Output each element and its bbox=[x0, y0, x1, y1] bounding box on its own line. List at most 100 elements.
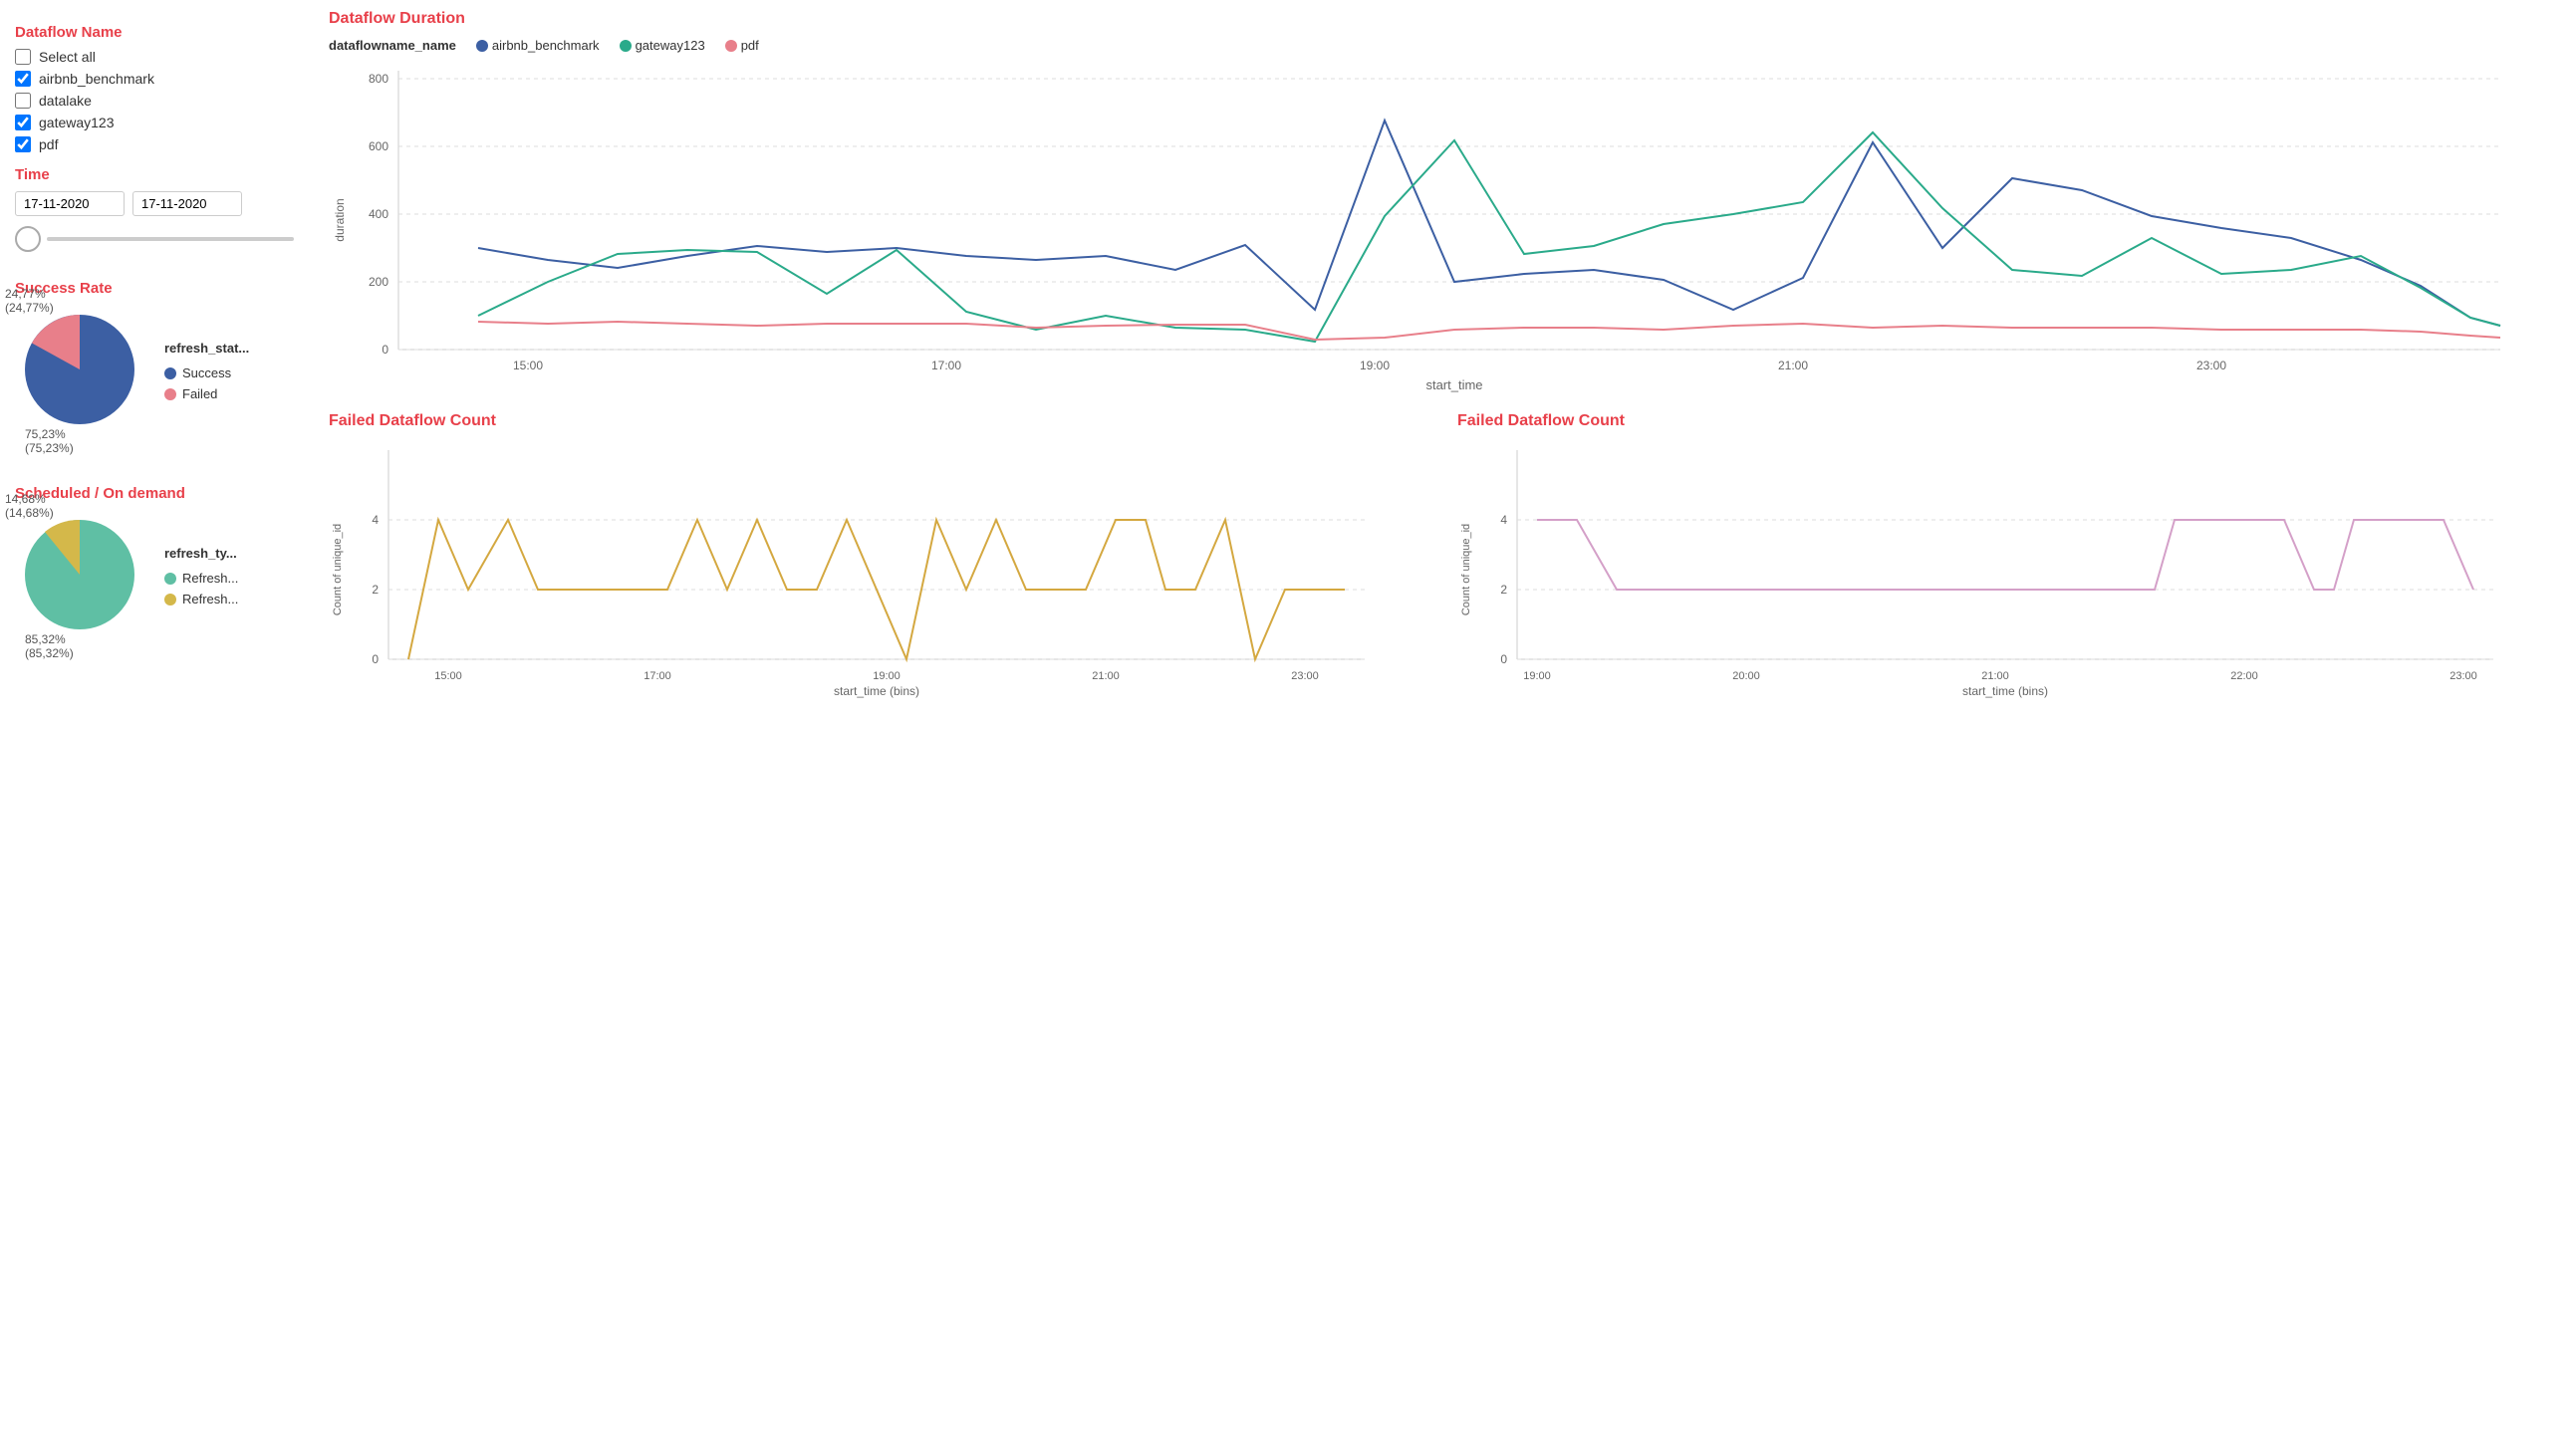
dataflow-section-title: Dataflow Name bbox=[15, 24, 294, 41]
pie2-legend-title: refresh_ty... bbox=[164, 546, 238, 561]
svg-text:400: 400 bbox=[369, 207, 388, 221]
checkbox-airbnb-label: airbnb_benchmark bbox=[39, 71, 154, 87]
svg-text:19:00: 19:00 bbox=[873, 670, 901, 682]
svg-text:15:00: 15:00 bbox=[434, 670, 462, 682]
pie1-dot-failed bbox=[164, 388, 176, 400]
duration-legend-title: dataflowname_name bbox=[329, 38, 456, 53]
legend-gateway: gateway123 bbox=[620, 38, 705, 53]
svg-text:800: 800 bbox=[369, 72, 388, 86]
pie2-pct-small-label: 14,68%(14,68%) bbox=[5, 492, 54, 520]
failed-chart1-section: Failed Dataflow Count 0 2 4 Count of uni… bbox=[329, 412, 1427, 702]
bottom-charts-row: Failed Dataflow Count 0 2 4 Count of uni… bbox=[329, 412, 2556, 702]
checkbox-pdf[interactable]: pdf bbox=[15, 136, 294, 152]
legend-airbnb: airbnb_benchmark bbox=[476, 38, 600, 53]
pie1-legend: refresh_stat... Success Failed bbox=[164, 341, 249, 401]
svg-text:start_time: start_time bbox=[1425, 377, 1482, 392]
failed-chart1-title: Failed Dataflow Count bbox=[329, 412, 1427, 430]
svg-text:21:00: 21:00 bbox=[1092, 670, 1120, 682]
pie1-svg bbox=[15, 305, 144, 434]
pie1-label-success: Success bbox=[182, 365, 231, 380]
duration-chart-svg: 0 200 400 600 800 duration 15:00 17:00 1… bbox=[329, 61, 2520, 399]
pie2-svg bbox=[15, 510, 144, 639]
legend-pdf-label: pdf bbox=[741, 38, 759, 53]
checkbox-datalake-input[interactable] bbox=[15, 93, 31, 109]
checkbox-airbnb-input[interactable] bbox=[15, 71, 31, 87]
svg-text:21:00: 21:00 bbox=[1778, 359, 1808, 372]
svg-text:0: 0 bbox=[372, 652, 379, 666]
duration-legend: dataflowname_name airbnb_benchmark gatew… bbox=[329, 38, 2556, 53]
checkbox-pdf-label: pdf bbox=[39, 136, 58, 152]
pie1-dot-success bbox=[164, 367, 176, 379]
checkbox-gateway[interactable]: gateway123 bbox=[15, 115, 294, 130]
pie2-dot-yellow bbox=[164, 594, 176, 606]
failed-chart2-title: Failed Dataflow Count bbox=[1457, 412, 2556, 430]
legend-gateway-label: gateway123 bbox=[636, 38, 705, 53]
svg-text:17:00: 17:00 bbox=[931, 359, 961, 372]
pie2-pct-large-label: 85,32%(85,32%) bbox=[25, 632, 74, 660]
pie2-label-teal: Refresh... bbox=[182, 571, 238, 586]
pie1-label-failed: Failed bbox=[182, 386, 217, 401]
svg-text:4: 4 bbox=[1500, 513, 1507, 527]
checkbox-datalake[interactable]: datalake bbox=[15, 93, 294, 109]
time-section-title: Time bbox=[15, 166, 294, 183]
legend-pdf: pdf bbox=[725, 38, 759, 53]
date-start-input[interactable] bbox=[15, 191, 125, 216]
date-end-input[interactable] bbox=[132, 191, 242, 216]
svg-text:200: 200 bbox=[369, 275, 388, 289]
success-rate-pie-section: 24,77%(24,77%) 75,23%(75,23%) refresh_st… bbox=[15, 305, 294, 437]
svg-text:2: 2 bbox=[1500, 583, 1507, 597]
legend-airbnb-label: airbnb_benchmark bbox=[492, 38, 600, 53]
scheduled-title: Scheduled / On demand bbox=[15, 485, 294, 502]
failed-chart2-svg: 0 2 4 Count of unique_id 19:00 20:00 21:… bbox=[1457, 440, 2503, 699]
duration-chart-section: Dataflow Duration dataflowname_name airb… bbox=[329, 10, 2556, 402]
legend-airbnb-dot bbox=[476, 40, 488, 52]
slider-track bbox=[47, 237, 294, 241]
failed-chart1-svg: 0 2 4 Count of unique_id 15:00 17:00 19:… bbox=[329, 440, 1375, 699]
pie2-legend: refresh_ty... Refresh... Refresh... bbox=[164, 546, 238, 606]
failed-chart2-section: Failed Dataflow Count 0 2 4 Count of uni… bbox=[1457, 412, 2556, 702]
svg-text:23:00: 23:00 bbox=[2196, 359, 2226, 372]
svg-text:Count of unique_id: Count of unique_id bbox=[1460, 524, 1472, 615]
svg-text:20:00: 20:00 bbox=[1732, 670, 1760, 682]
success-rate-title: Success Rate bbox=[15, 280, 294, 297]
svg-text:0: 0 bbox=[1500, 652, 1507, 666]
success-rate-pie: 24,77%(24,77%) 75,23%(75,23%) bbox=[15, 305, 144, 437]
svg-text:22:00: 22:00 bbox=[2230, 670, 2258, 682]
svg-text:2: 2 bbox=[372, 583, 379, 597]
checkbox-gateway-label: gateway123 bbox=[39, 115, 115, 130]
select-all-label: Select all bbox=[39, 49, 96, 65]
svg-text:15:00: 15:00 bbox=[513, 359, 543, 372]
pie1-legend-failed: Failed bbox=[164, 386, 249, 401]
time-slider[interactable] bbox=[15, 226, 294, 252]
svg-text:start_time (bins): start_time (bins) bbox=[834, 684, 919, 698]
duration-chart-title: Dataflow Duration bbox=[329, 10, 2556, 28]
select-all-checkbox[interactable] bbox=[15, 49, 31, 65]
pie1-legend-title: refresh_stat... bbox=[164, 341, 249, 356]
svg-text:4: 4 bbox=[372, 513, 379, 527]
pie1-pct-failed-label: 24,77%(24,77%) bbox=[5, 287, 54, 315]
select-all-item[interactable]: Select all bbox=[15, 49, 294, 65]
pie2-label-yellow: Refresh... bbox=[182, 592, 238, 606]
slider-handle[interactable] bbox=[15, 226, 41, 252]
svg-text:19:00: 19:00 bbox=[1360, 359, 1390, 372]
svg-text:0: 0 bbox=[382, 343, 388, 357]
checkbox-pdf-input[interactable] bbox=[15, 136, 31, 152]
pie2-legend-yellow: Refresh... bbox=[164, 592, 238, 606]
legend-pdf-dot bbox=[725, 40, 737, 52]
scheduled-pie: 14,68%(14,68%) 85,32%(85,32%) bbox=[15, 510, 144, 642]
pie2-dot-teal bbox=[164, 573, 176, 585]
legend-gateway-dot bbox=[620, 40, 632, 52]
svg-text:duration: duration bbox=[333, 198, 347, 241]
svg-text:19:00: 19:00 bbox=[1523, 670, 1551, 682]
checkbox-datalake-label: datalake bbox=[39, 93, 92, 109]
checkbox-gateway-input[interactable] bbox=[15, 115, 31, 130]
pie1-pct-success-label: 75,23%(75,23%) bbox=[25, 427, 74, 455]
checkbox-airbnb[interactable]: airbnb_benchmark bbox=[15, 71, 294, 87]
svg-text:23:00: 23:00 bbox=[1291, 670, 1319, 682]
svg-text:21:00: 21:00 bbox=[1981, 670, 2009, 682]
svg-text:start_time (bins): start_time (bins) bbox=[1962, 684, 2048, 698]
pie2-legend-teal: Refresh... bbox=[164, 571, 238, 586]
svg-text:Count of unique_id: Count of unique_id bbox=[332, 524, 344, 615]
scheduled-pie-section: 14,68%(14,68%) 85,32%(85,32%) refresh_ty… bbox=[15, 510, 294, 642]
svg-text:600: 600 bbox=[369, 139, 388, 153]
